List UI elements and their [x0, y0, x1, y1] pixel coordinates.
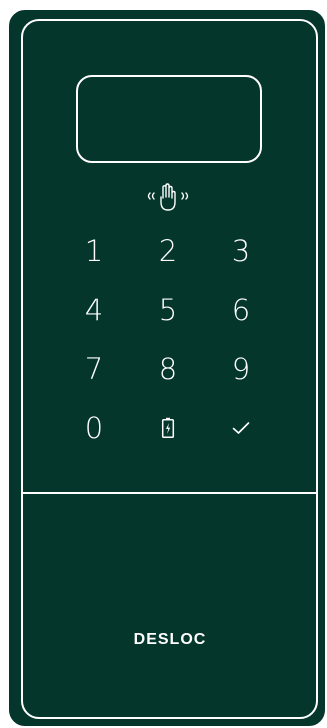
key-4[interactable]: 4	[69, 288, 119, 332]
key-1[interactable]: 1	[69, 229, 119, 273]
check-icon	[232, 422, 250, 434]
confirm-key[interactable]	[216, 406, 266, 450]
panel-divider	[22, 492, 317, 494]
key-0[interactable]: 0	[69, 406, 119, 450]
key-8[interactable]: 8	[143, 347, 193, 391]
brand-logo: DESLOC	[133, 631, 207, 648]
key-6[interactable]: 6	[216, 288, 266, 332]
battery-icon	[161, 417, 175, 439]
hand-nfc-icon[interactable]	[144, 183, 192, 213]
key-3[interactable]: 3	[216, 229, 266, 273]
key-5[interactable]: 5	[143, 288, 193, 332]
display-screen	[76, 75, 262, 163]
key-7[interactable]: 7	[69, 347, 119, 391]
key-9[interactable]: 9	[216, 347, 266, 391]
battery-key[interactable]	[143, 406, 193, 450]
key-2[interactable]: 2	[143, 229, 193, 273]
